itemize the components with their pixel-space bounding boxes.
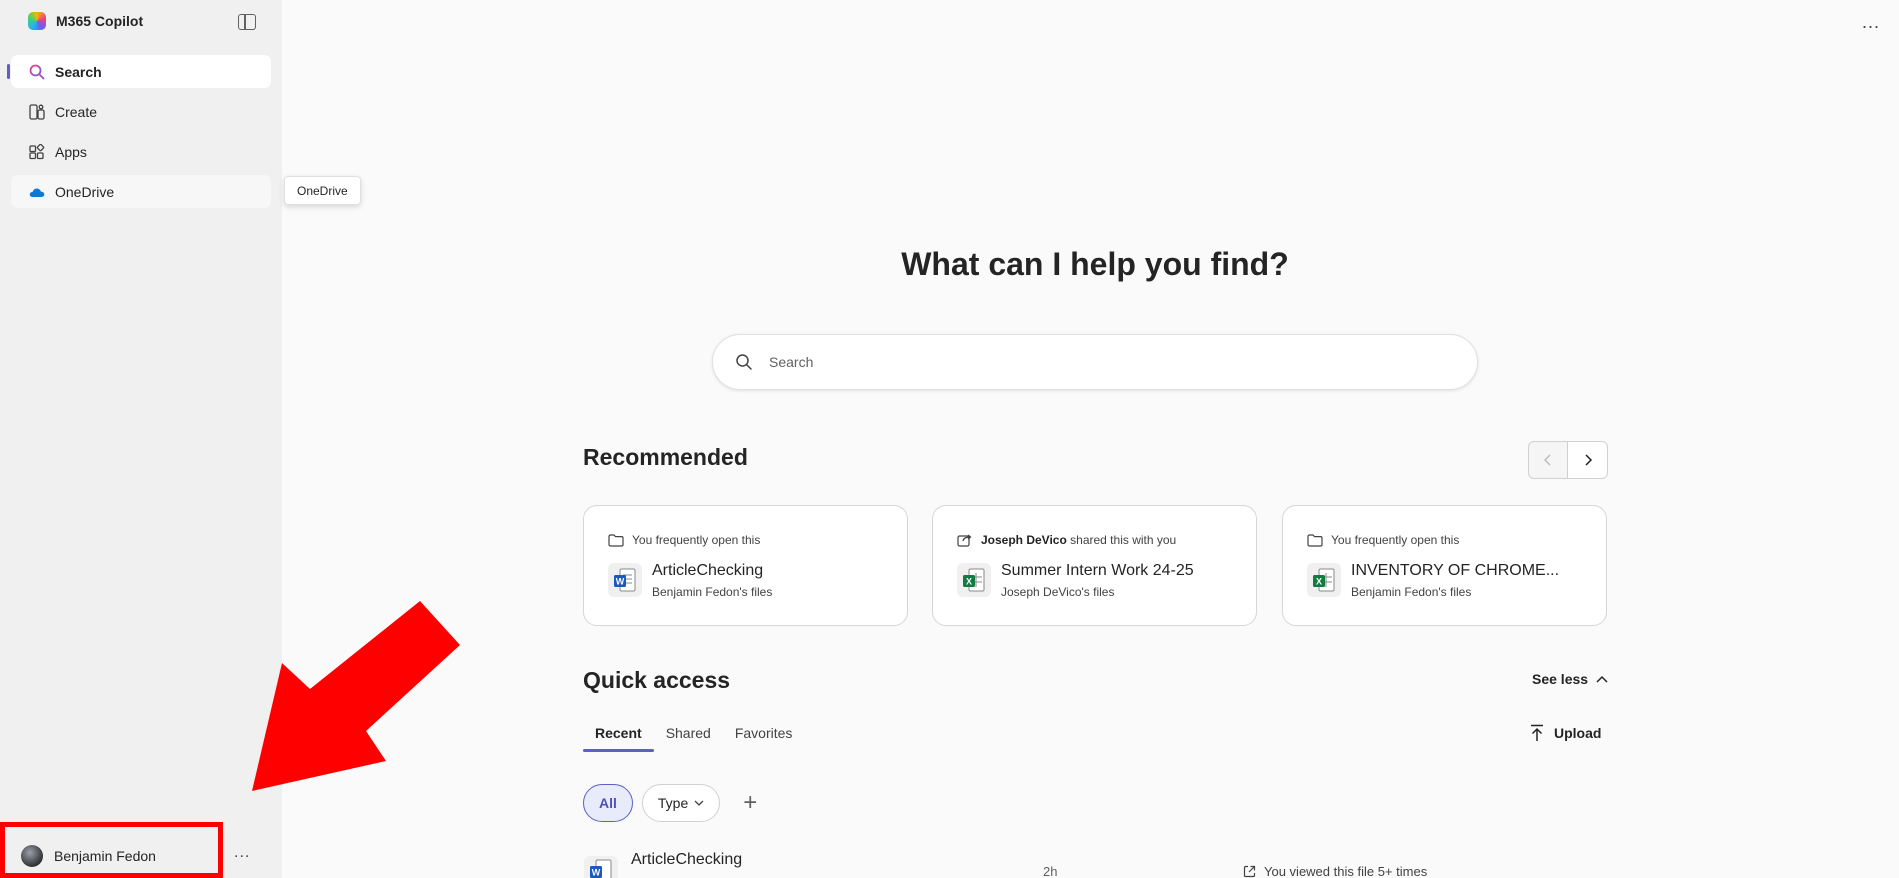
card-reason: You frequently open this (608, 533, 760, 547)
filter-type-label: Type (657, 795, 689, 811)
annotation-highlight-box (0, 822, 223, 878)
excel-file-icon: X (957, 563, 991, 597)
filter-all-chip[interactable]: All (583, 784, 633, 822)
app-brand[interactable]: M365 Copilot (28, 12, 143, 30)
next-button[interactable] (1568, 441, 1608, 479)
sidebar-item-label: OneDrive (55, 183, 115, 200)
quick-access-title: Quick access (583, 667, 731, 693)
filter-type-dropdown[interactable]: Type (641, 784, 721, 822)
file-row-name[interactable]: ArticleChecking (631, 851, 742, 869)
recommended-title: Recommended (583, 444, 748, 470)
tab-favorites[interactable]: Favorites (723, 722, 805, 752)
filter-bar: All Type + (583, 784, 757, 822)
card-title: INVENTORY OF CHROME... (1351, 562, 1560, 579)
sidebar-item-onedrive[interactable]: OneDrive (11, 175, 271, 208)
see-less-button[interactable]: See less (1532, 671, 1608, 687)
sidebar-item-label: Create (55, 103, 98, 120)
copilot-logo-icon (28, 12, 46, 30)
card-subtitle: Benjamin Fedon's files (1351, 585, 1472, 599)
apps-icon (29, 143, 45, 160)
excel-file-icon: X (1307, 563, 1341, 597)
search-icon (29, 64, 45, 80)
search-box[interactable] (712, 334, 1478, 390)
recommended-pager (1528, 441, 1608, 479)
card-reason-text: shared this with you (1070, 533, 1177, 547)
card-title: ArticleChecking (652, 562, 764, 579)
sidebar-item-label: Apps (55, 143, 87, 160)
more-options-icon[interactable]: ... (1862, 12, 1880, 33)
recommended-card[interactable]: You frequently open this X INVENTORY OF … (1282, 505, 1607, 626)
sidebar-nav: Search Create Apps OneDrive (7, 55, 271, 215)
sidebar-item-search[interactable]: Search (7, 55, 271, 88)
onedrive-tooltip: OneDrive (284, 176, 361, 205)
card-reason-text: You frequently open this (1331, 533, 1460, 547)
card-title: Summer Intern Work 24-25 (1001, 562, 1194, 579)
onedrive-icon (29, 184, 45, 200)
upload-icon (1531, 724, 1543, 741)
folder-icon (608, 533, 624, 547)
card-reason-text: You frequently open this (632, 533, 761, 547)
card-reason: Joseph DeVico shared this with you (957, 533, 1176, 547)
word-file-icon: W (608, 563, 642, 597)
annotation-arrow-icon (252, 601, 460, 791)
upload-label: Upload (1554, 725, 1602, 741)
app-title: M365 Copilot (56, 13, 144, 29)
svg-text:X: X (966, 577, 972, 587)
upload-button[interactable]: Upload (1530, 724, 1601, 742)
card-subtitle: Benjamin Fedon's files (652, 585, 773, 599)
active-indicator (7, 64, 10, 79)
word-file-icon: W (584, 856, 618, 878)
collapse-sidebar-icon[interactable] (238, 14, 256, 30)
card-subtitle: Joseph DeVico's files (1001, 585, 1115, 599)
more-options-icon[interactable]: ... (234, 844, 250, 862)
recommended-card[interactable]: You frequently open this W ArticleChecki… (583, 505, 908, 626)
sidebar-item-create[interactable]: Create (11, 95, 271, 128)
chevron-left-icon (1543, 454, 1551, 466)
quick-access-tabs: Recent Shared Favorites (583, 722, 804, 752)
add-filter-icon[interactable]: + (743, 789, 757, 817)
file-row-time: 2h (1043, 864, 1058, 878)
previous-button[interactable] (1528, 441, 1568, 479)
recommended-card[interactable]: Joseph DeVico shared this with you X Sum… (932, 505, 1257, 626)
tab-shared[interactable]: Shared (654, 722, 723, 752)
svg-text:W: W (616, 577, 625, 587)
file-row-activity: You viewed this file 5+ times (1243, 864, 1427, 878)
folder-icon (1307, 533, 1323, 547)
search-icon (736, 354, 752, 370)
page-title: What can I help you find? (901, 246, 1289, 282)
chevron-up-icon (1596, 675, 1608, 683)
share-icon (957, 534, 972, 547)
chevron-right-icon (1584, 454, 1592, 466)
svg-text:X: X (1316, 577, 1322, 587)
tab-recent[interactable]: Recent (583, 722, 654, 752)
card-sharer: Joseph DeVico (981, 533, 1067, 547)
chevron-down-icon (694, 800, 704, 806)
sidebar-item-label: Search (55, 63, 102, 80)
card-reason: You frequently open this (1307, 533, 1459, 547)
sidebar-item-apps[interactable]: Apps (11, 135, 271, 168)
file-row-activity-text: You viewed this file 5+ times (1264, 864, 1428, 878)
open-external-icon (1243, 865, 1256, 878)
create-icon (29, 103, 45, 120)
svg-text:W: W (592, 868, 601, 878)
see-less-label: See less (1532, 671, 1589, 687)
search-input[interactable] (769, 354, 1369, 370)
